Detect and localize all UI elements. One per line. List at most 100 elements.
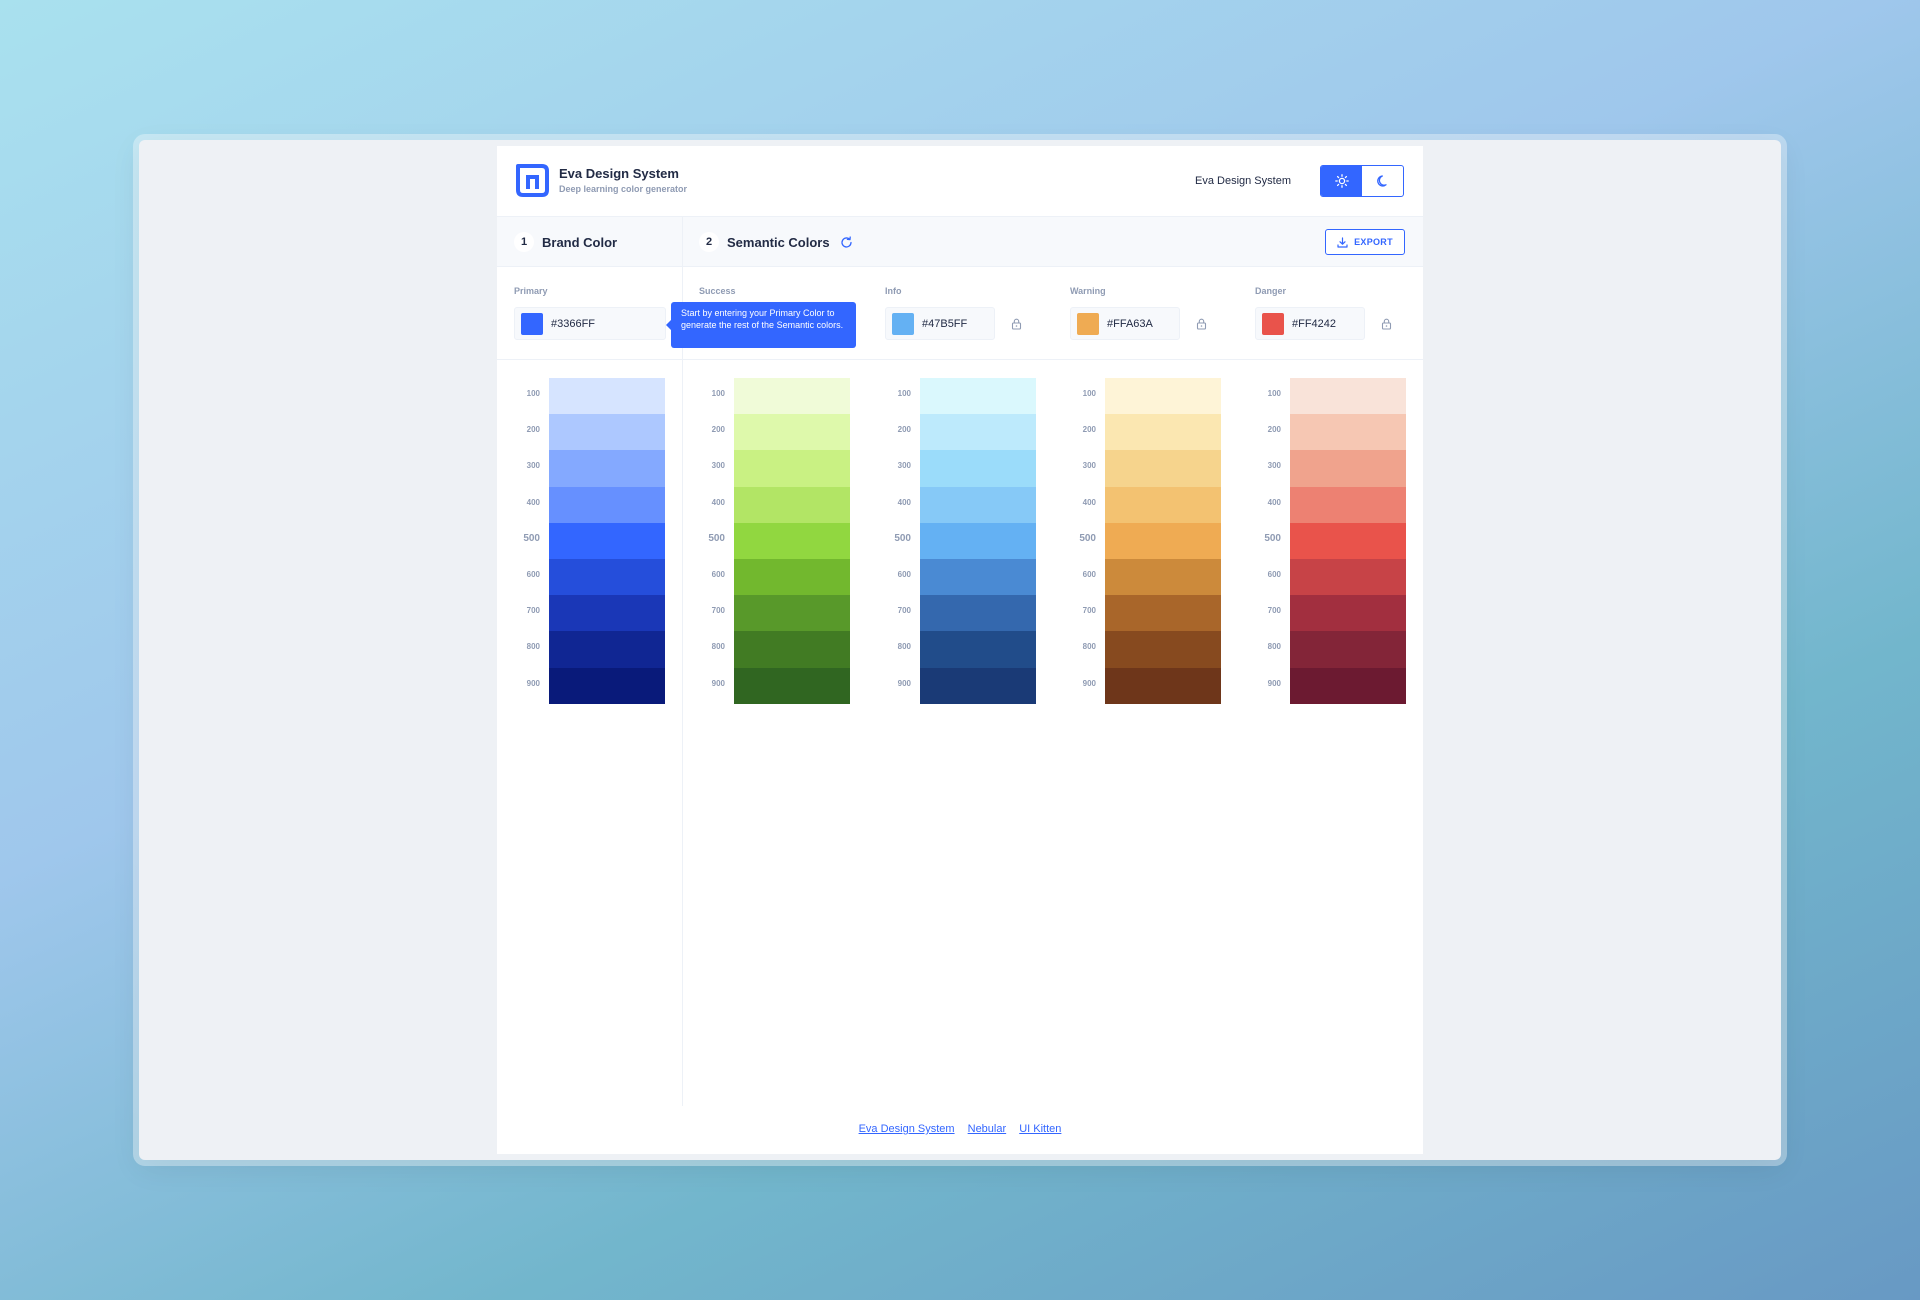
shade-swatch[interactable]: [734, 558, 850, 596]
shade-swatch[interactable]: [920, 558, 1036, 596]
shade-swatch[interactable]: [1105, 378, 1221, 415]
shade-row: 600: [514, 558, 666, 596]
shade-swatch[interactable]: [920, 667, 1036, 704]
shade-swatch[interactable]: [734, 595, 850, 632]
shade-swatch[interactable]: [549, 631, 665, 668]
shade-row: 600: [1070, 558, 1222, 596]
shade-label: 600: [1267, 569, 1281, 579]
color-swatch[interactable]: [521, 312, 543, 335]
shade-label: 900: [897, 678, 911, 688]
shade-label: 300: [897, 461, 911, 471]
shade-swatch[interactable]: [1105, 414, 1221, 451]
footer-link-ui-kitten[interactable]: UI Kitten: [1019, 1123, 1061, 1135]
shade-swatch[interactable]: [734, 667, 850, 704]
shade-swatch[interactable]: [920, 450, 1036, 487]
shade-swatch[interactable]: [734, 378, 850, 415]
shade-swatch[interactable]: [1290, 414, 1406, 451]
shade-label: 400: [1267, 497, 1281, 507]
shade-swatch[interactable]: [1105, 595, 1221, 632]
color-hex-input[interactable]: #FF4242: [1255, 307, 1365, 340]
color-label: Warning: [1070, 286, 1106, 296]
color-hex-input[interactable]: #3366FF: [514, 307, 666, 340]
shade-row: 700: [699, 595, 851, 632]
shade-swatch[interactable]: [1105, 486, 1221, 523]
shade-label: 600: [897, 569, 911, 579]
shade-row: 200: [699, 414, 851, 451]
shade-swatch[interactable]: [1290, 595, 1406, 632]
shade-label: 700: [526, 606, 540, 616]
color-swatch[interactable]: [892, 312, 914, 335]
shade-label: 500: [523, 532, 540, 544]
shade-swatch[interactable]: [549, 558, 665, 596]
shade-swatch[interactable]: [920, 595, 1036, 632]
footer-link-nebular[interactable]: Nebular: [968, 1123, 1007, 1135]
shade-swatch[interactable]: [1105, 667, 1221, 704]
color-label: Success: [699, 286, 736, 296]
shade-row: 300: [1255, 450, 1407, 487]
shade-label: 100: [1267, 389, 1281, 398]
color-label: Danger: [1255, 286, 1287, 296]
shade-swatch[interactable]: [920, 378, 1036, 415]
shade-swatch[interactable]: [549, 414, 665, 451]
shade-row: 100: [1255, 378, 1407, 415]
shade-row: 600: [699, 558, 851, 596]
shade-swatch[interactable]: [734, 414, 850, 451]
shade-scale: 100 200 300 400 500 600 700 800 900: [1070, 378, 1222, 704]
shade-label: 500: [1079, 532, 1096, 544]
shade-row: 700: [1070, 595, 1222, 632]
shade-label: 900: [526, 678, 540, 688]
shade-row: 200: [885, 414, 1037, 451]
color-swatch[interactable]: [1262, 312, 1284, 335]
shade-swatch[interactable]: [734, 486, 850, 523]
shade-swatch[interactable]: [1290, 378, 1406, 415]
shade-row: 100: [1070, 378, 1222, 415]
shade-swatch[interactable]: [920, 486, 1036, 523]
shade-swatch[interactable]: [1290, 486, 1406, 523]
lock-icon[interactable]: [1196, 318, 1207, 330]
shade-label: 400: [897, 497, 911, 507]
shade-swatch[interactable]: [1290, 631, 1406, 668]
shade-label: 800: [711, 642, 725, 652]
shade-swatch[interactable]: [549, 378, 665, 415]
shade-row: 600: [1255, 558, 1407, 596]
shade-swatch[interactable]: [734, 450, 850, 487]
lock-icon[interactable]: [1011, 318, 1022, 330]
shade-row: 500: [885, 522, 1037, 559]
footer-link-eva[interactable]: Eva Design System: [859, 1123, 955, 1135]
shade-swatch[interactable]: [1105, 450, 1221, 487]
shade-swatch[interactable]: [1290, 667, 1406, 704]
shade-row: 300: [699, 450, 851, 487]
color-swatch[interactable]: [1077, 312, 1099, 335]
shade-swatch[interactable]: [734, 631, 850, 668]
shade-row: 100: [885, 378, 1037, 415]
color-column-danger: Danger #FF4242 100 200 300 400 500 600 700 800 900: [1255, 146, 1425, 746]
shade-swatch[interactable]: [1290, 522, 1406, 559]
shade-row: 500: [1255, 522, 1407, 559]
shade-label: 300: [1267, 461, 1281, 471]
color-column-primary: Primary #3366FF 100 200 300 400 500 600 700 800 90…: [514, 146, 684, 746]
shade-swatch[interactable]: [1290, 450, 1406, 487]
shade-label: 500: [894, 532, 911, 544]
shade-swatch[interactable]: [1290, 558, 1406, 596]
shade-row: 800: [514, 631, 666, 668]
lock-icon[interactable]: [1381, 318, 1392, 330]
shade-label: 200: [711, 425, 725, 435]
shade-swatch[interactable]: [549, 595, 665, 632]
shade-swatch[interactable]: [549, 522, 665, 559]
shade-row: 600: [885, 558, 1037, 596]
shade-swatch[interactable]: [549, 667, 665, 704]
color-hex-input[interactable]: #47B5FF: [885, 307, 995, 340]
shade-swatch[interactable]: [1105, 558, 1221, 596]
shade-swatch[interactable]: [920, 414, 1036, 451]
shade-swatch[interactable]: [1105, 631, 1221, 668]
color-label: Info: [885, 286, 902, 296]
shade-swatch[interactable]: [920, 631, 1036, 668]
color-hex-input[interactable]: #FFA63A: [1070, 307, 1180, 340]
shade-label: 700: [711, 606, 725, 616]
shade-swatch[interactable]: [734, 522, 850, 559]
shade-swatch[interactable]: [549, 486, 665, 523]
shade-swatch[interactable]: [549, 450, 665, 487]
color-label: Primary: [514, 286, 548, 296]
shade-swatch[interactable]: [920, 522, 1036, 559]
shade-swatch[interactable]: [1105, 522, 1221, 559]
